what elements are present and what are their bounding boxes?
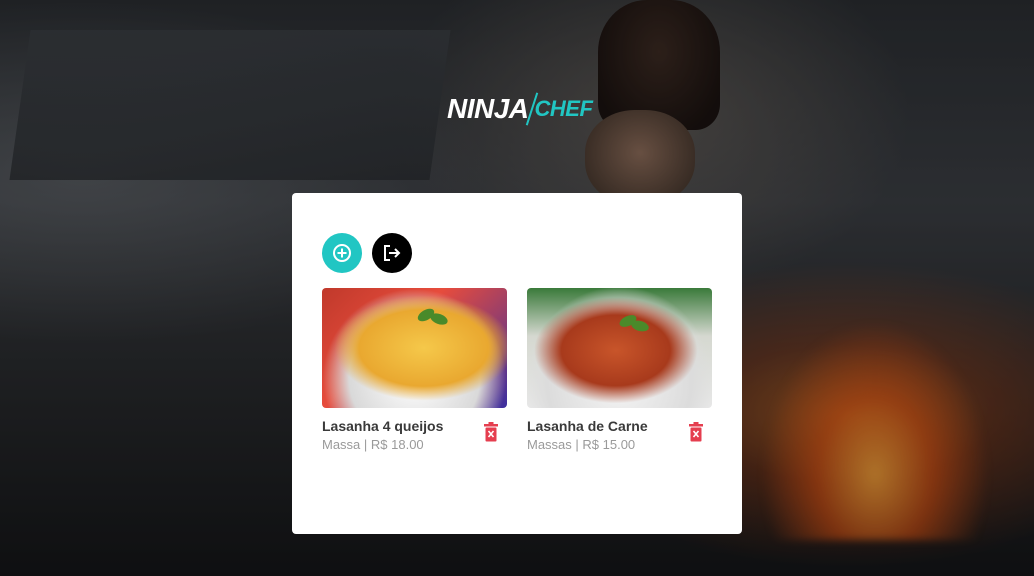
product-image-lasanha-4-queijos	[322, 288, 507, 408]
trash-icon[interactable]	[483, 422, 499, 442]
product-card: Lasanha 4 queijos Massa | R$ 18.00	[322, 288, 507, 452]
trash-icon[interactable]	[688, 422, 704, 442]
product-category-price: Massas | R$ 15.00	[527, 437, 636, 452]
products-panel: Lasanha 4 queijos Massa | R$ 18.00 Lasan…	[292, 193, 742, 534]
add-product-button[interactable]	[322, 233, 362, 273]
logout-icon	[384, 245, 401, 261]
product-image-lasanha-de-carne	[527, 288, 712, 408]
product-grid: Lasanha 4 queijos Massa | R$ 18.00 Lasan…	[322, 288, 712, 452]
product-name: Lasanha de Carne	[527, 418, 648, 434]
product-card: Lasanha de Carne Massas | R$ 15.00	[527, 288, 712, 452]
logout-button[interactable]	[372, 233, 412, 273]
logo-chef-text: CHEF	[534, 96, 593, 121]
action-bar	[322, 233, 412, 273]
product-category-price: Massa | R$ 18.00	[322, 437, 424, 452]
plus-circle-icon	[333, 244, 351, 262]
product-name: Lasanha 4 queijos	[322, 418, 444, 434]
ninjachef-logo: NINJA CHEF	[447, 89, 593, 129]
logo-ninja-text: NINJA	[447, 93, 529, 124]
